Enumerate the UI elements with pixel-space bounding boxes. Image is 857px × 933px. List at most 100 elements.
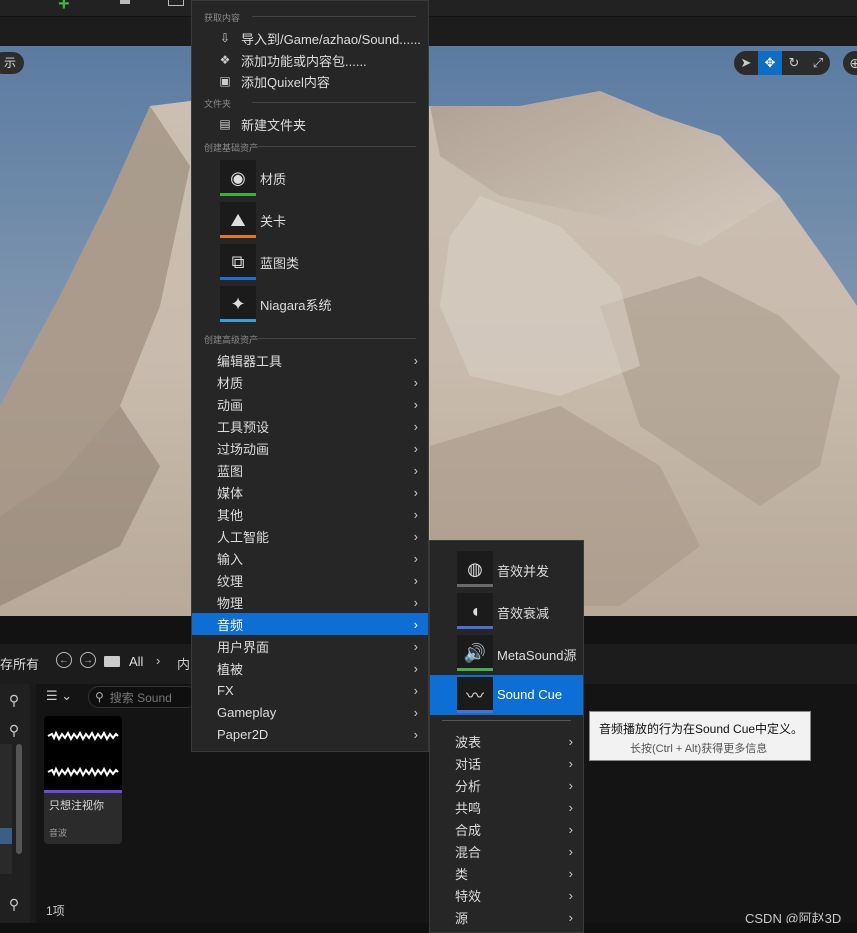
blueprint-icon: ⧉ [220,244,256,280]
menu-item-label: Gameplay [217,704,277,720]
submenu-physics[interactable]: 物理 › [192,591,428,613]
menu-item-label: 工具预设 [217,419,270,435]
viewport-options-button[interactable]: 示 [0,52,25,74]
path-segment[interactable]: 内 [177,654,190,673]
submenu-media[interactable]: 媒体 › [192,481,428,503]
menu-item-label: 音频 [217,617,244,633]
submenu-user-interface[interactable]: 用户界面 › [192,635,428,657]
menu-item-label: 对话 [455,756,482,772]
submenu-tool-presets[interactable]: 工具预设 › [192,415,428,437]
section-divider [252,16,416,17]
scrollbar[interactable] [16,744,22,854]
toolbar-icon[interactable] [120,0,130,4]
menu-item-label: 纹理 [217,573,244,589]
menu-item-sound-cue[interactable]: 〰 Sound Cue [430,675,583,715]
menu-item-blueprint-class[interactable]: ⧉ 蓝图类 [192,242,428,282]
menu-item-label: 物理 [217,595,244,611]
submenu-foliage[interactable]: 植被 › [192,657,428,679]
submenu-fx[interactable]: FX › [192,679,428,701]
tooltip-text: 音频播放的行为在Sound Cue中定义。 [599,722,804,736]
menu-item-import[interactable]: ⇩ 导入到/Game/azhao/Sound...... [192,27,428,49]
folder-tree-selected[interactable] [0,828,12,844]
folder-tree[interactable] [0,744,12,874]
submenu-ai[interactable]: 人工智能 › [192,525,428,547]
menu-item-label: 关卡 [260,213,287,229]
menu-item-label: 蓝图类 [260,255,300,271]
menu-item-material[interactable]: ◉ 材质 [192,158,428,198]
menu-item-metasound[interactable]: 🔊 MetaSound源 [430,633,583,673]
select-icon[interactable]: ➤ [734,51,758,75]
chevron-right-icon: › [413,594,418,610]
submenu-wavetable[interactable]: 波表 › [430,730,583,752]
chevron-right-icon: › [413,572,418,588]
menu-item-label: 其他 [217,507,244,523]
asset-tile[interactable]: 只想注视你 音波 [44,716,122,844]
search-icon[interactable]: ⚲ [0,892,28,916]
sound-concurrency-icon: ◍ [457,551,493,587]
submenu-dialogue[interactable]: 对话 › [430,752,583,774]
menu-item-label: 混合 [455,844,482,860]
submenu-class[interactable]: 类 › [430,862,583,884]
sound-attenuation-icon: ◖ [457,593,493,629]
chevron-right-icon: › [413,440,418,456]
rotate-icon[interactable]: ↻ [782,51,806,75]
menu-item-label: FX [217,682,234,698]
search-icon[interactable]: ⚲ [0,688,28,712]
submenu-misc[interactable]: 其他 › [192,503,428,525]
asset-search-input[interactable]: ⚲ 搜索 Sound [88,686,198,708]
submenu-input[interactable]: 输入 › [192,547,428,569]
chevron-right-icon[interactable]: › [156,653,160,668]
submenu-source[interactable]: 源 › [430,906,583,928]
submenu-gameplay[interactable]: Gameplay › [192,701,428,723]
item-count: 1项 [46,904,65,918]
menu-item-label: 植被 [217,661,244,677]
section-divider [252,338,416,339]
chevron-right-icon: › [413,462,418,478]
move-icon[interactable]: ✥ [758,51,782,75]
menu-item-label: 共鸣 [455,800,482,816]
menu-item-label: 分析 [455,778,482,794]
menu-item-add-feature[interactable]: ❖ 添加功能或内容包...... [192,49,428,71]
submenu-effects[interactable]: 特效 › [430,884,583,906]
menu-item-label: 材质 [260,171,287,187]
scale-icon[interactable]: ⤢ [806,51,830,75]
menu-item-quixel[interactable]: ▣ 添加Quixel内容 [192,70,428,92]
submenu-materials[interactable]: 材质 › [192,371,428,393]
menu-item-label: 过场动画 [217,441,270,457]
submenu-paper2d[interactable]: Paper2D › [192,723,428,745]
tooltip: 音频播放的行为在Sound Cue中定义。 长按(Ctrl + Alt)获得更多… [589,711,811,761]
back-icon[interactable]: ← [56,652,72,668]
path-segment-all[interactable]: All [129,654,143,669]
forward-icon[interactable]: → [80,652,96,668]
menu-item-sound-attenuation[interactable]: ◖ 音效衰减 [430,591,583,631]
add-icon[interactable]: + [58,0,78,14]
save-all-button[interactable]: 存所有 [0,654,39,673]
asset-type: 音波 [49,828,68,838]
chevron-right-icon: › [413,418,418,434]
menu-item-label: Niagara系统 [260,297,332,313]
toolbar-icon[interactable] [168,0,184,6]
submenu-animation[interactable]: 动画 › [192,393,428,415]
submenu-blueprint[interactable]: 蓝图 › [192,459,428,481]
menu-item-niagara[interactable]: ✦ Niagara系统 [192,284,428,324]
submenu-analysis[interactable]: 分析 › [430,774,583,796]
submenu-mix[interactable]: 混合 › [430,840,583,862]
menu-item-label: Sound Cue [497,687,563,702]
menu-item-new-folder[interactable]: ▤ 新建文件夹 [192,113,428,135]
niagara-icon: ✦ [220,286,256,322]
menu-item-level[interactable]: ⛰ 关卡 [192,200,428,240]
search-icon[interactable]: ⚲ [0,718,28,742]
add-feature-icon: ❖ [219,53,231,67]
menu-item-label: 特效 [455,888,482,904]
submenu-texture[interactable]: 纹理 › [192,569,428,591]
folder-icon[interactable] [104,656,120,667]
submenu-synthesis[interactable]: 合成 › [430,818,583,840]
submenu-cinematics[interactable]: 过场动画 › [192,437,428,459]
section-header: 文件夹 [204,99,232,109]
menu-item-sound-concurrency[interactable]: ◍ 音效并发 [430,549,583,589]
menu-item-label: 音效并发 [497,564,550,579]
submenu-editor-tools[interactable]: 编辑器工具 › [192,349,428,371]
submenu-resonance[interactable]: 共鸣 › [430,796,583,818]
filter-icon[interactable]: ☰ ⌄ [46,688,72,704]
submenu-audio[interactable]: 音频 › [192,613,428,635]
